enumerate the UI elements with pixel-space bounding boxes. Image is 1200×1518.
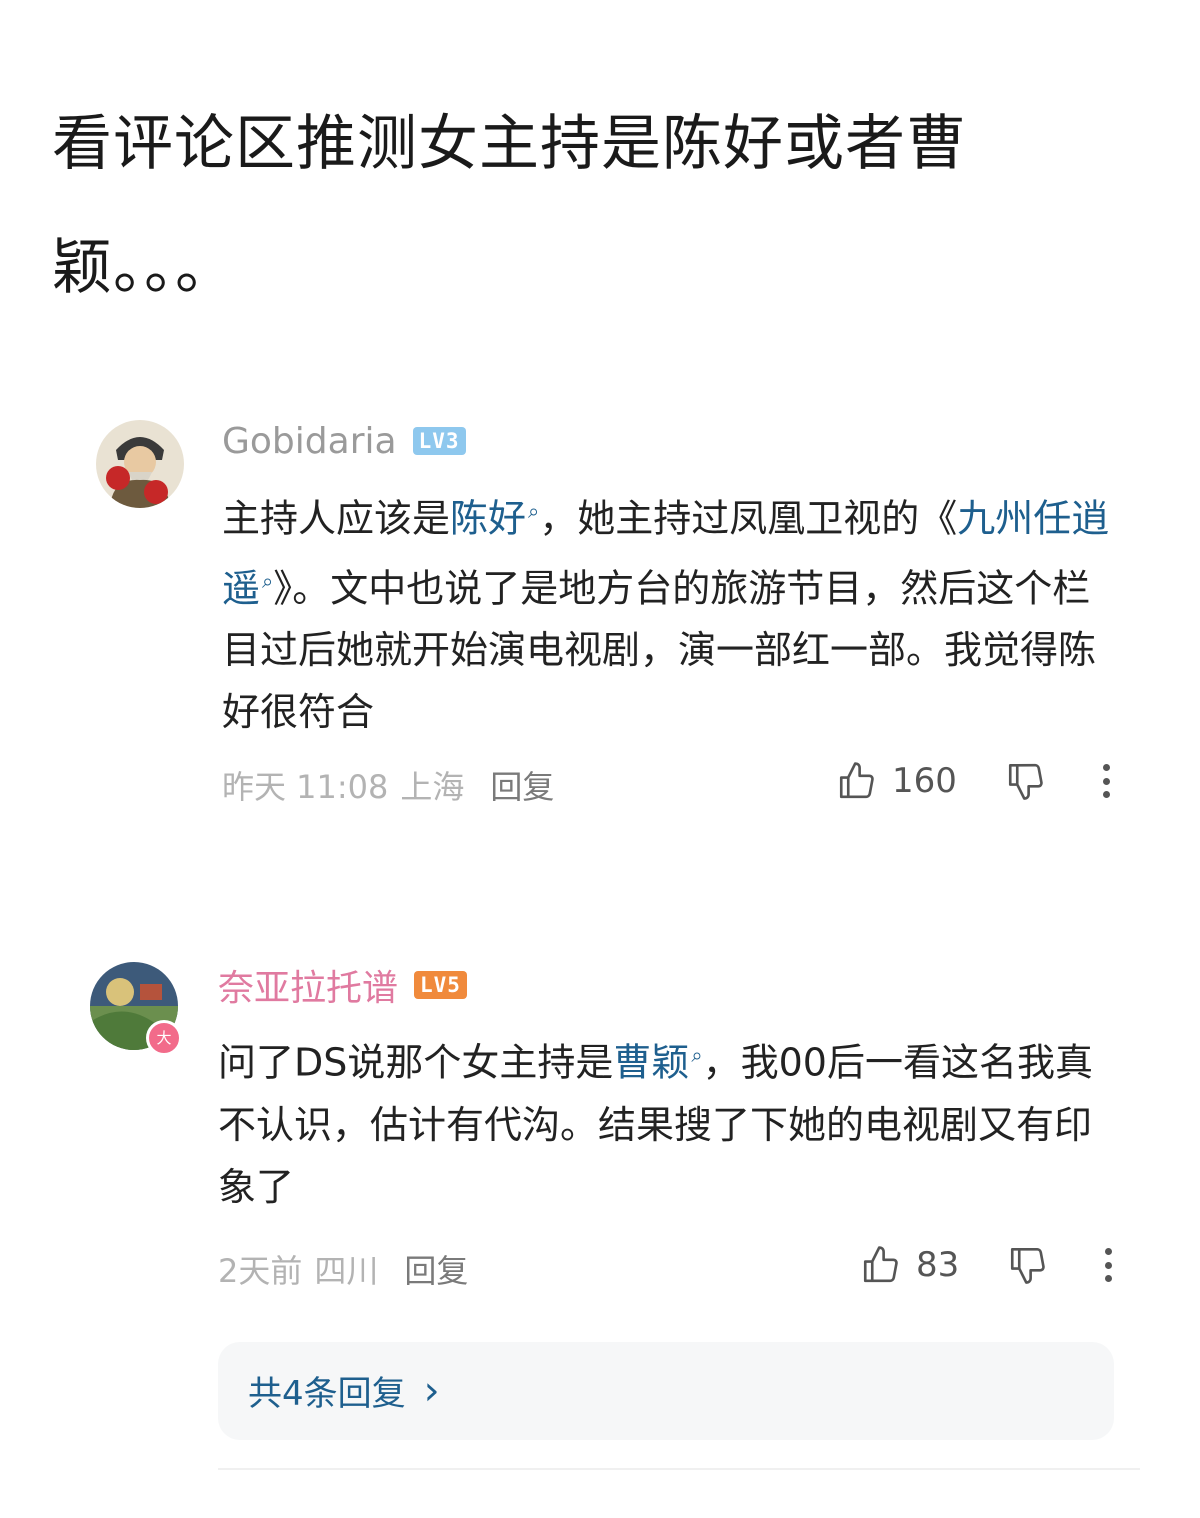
dislike-button[interactable] bbox=[1007, 1244, 1049, 1286]
comment-meta: 昨天 11:08 上海 回复 bbox=[222, 762, 554, 808]
comment-body: 主持人应该是陈好 ⌕，她主持过凤凰卫视的《九州任逍遥 ⌕》。文中也说了是地方台的旅游… bbox=[222, 480, 1122, 743]
avatar-image bbox=[96, 420, 184, 508]
view-replies-link[interactable]: 共4条回复 › bbox=[248, 1366, 440, 1415]
reply-button[interactable]: 回复 bbox=[404, 1246, 468, 1292]
comment-text: 主持人应该是 bbox=[222, 496, 451, 541]
username[interactable]: 奈亚拉托谱 bbox=[218, 959, 398, 1011]
search-icon: ⌕ bbox=[262, 568, 274, 593]
level-badge: LV5 bbox=[414, 971, 467, 999]
like-button[interactable] bbox=[860, 1244, 902, 1286]
comment-meta: 2天前 四川 回复 bbox=[218, 1246, 468, 1292]
comment-text: ，她主持过凤凰卫视的《 bbox=[539, 496, 958, 541]
thumbs-up-icon bbox=[839, 762, 874, 799]
replies-count-label: 共4条回复 bbox=[248, 1374, 406, 1414]
like-count: 83 bbox=[916, 1245, 960, 1285]
comment-text: 》。文中也说了是地方台的旅游节目，然后这个栏目过后她就开始演电视剧，演一部红一部… bbox=[222, 566, 1097, 735]
post-headline: 看评论区推测女主持是陈好或者曹颖。。。 bbox=[52, 109, 967, 303]
comment-time: 2天前 bbox=[218, 1252, 303, 1290]
comment-location: 上海 bbox=[400, 768, 465, 806]
comment-time: 昨天 11:08 bbox=[222, 768, 389, 806]
dislike-button[interactable] bbox=[1005, 760, 1047, 802]
user-row: Gobidaria LV3 bbox=[222, 416, 466, 466]
more-vertical-icon[interactable] bbox=[1102, 764, 1110, 798]
level-badge: LV3 bbox=[412, 427, 466, 455]
like-button[interactable] bbox=[836, 760, 878, 802]
chevron-right-icon: › bbox=[423, 1367, 440, 1414]
comment-actions: 160 bbox=[836, 760, 1110, 802]
thumbs-down-icon bbox=[1011, 1247, 1046, 1284]
comment-text: 问了DS说那个女主持是 bbox=[218, 1040, 614, 1085]
comment-body: 问了DS说那个女主持是曹颖 ⌕，我00后一看这名我真不认识，估计有代沟。结果搜了下… bbox=[218, 1024, 1118, 1218]
search-icon: ⌕ bbox=[691, 1043, 703, 1067]
keyword-link[interactable]: 曹颖 bbox=[613, 1041, 689, 1085]
keyword-link[interactable]: 陈好 bbox=[450, 497, 526, 541]
more-vertical-icon[interactable] bbox=[1105, 1248, 1113, 1282]
avatar[interactable] bbox=[96, 420, 184, 508]
replies-panel[interactable]: 共4条回复 › bbox=[218, 1342, 1114, 1440]
user-row: 奈亚拉托谱 LV5 bbox=[218, 960, 467, 1010]
reply-button[interactable]: 回复 bbox=[490, 762, 554, 808]
divider bbox=[218, 1468, 1140, 1470]
thumbs-up-icon bbox=[863, 1246, 898, 1283]
search-icon: ⌕ bbox=[528, 499, 540, 523]
comment-location: 四川 bbox=[314, 1252, 379, 1290]
like-count: 160 bbox=[892, 761, 957, 801]
vip-badge: 大 bbox=[146, 1020, 182, 1056]
thumbs-down-icon bbox=[1008, 763, 1043, 800]
username[interactable]: Gobidaria bbox=[222, 421, 397, 462]
comment-actions: 83 bbox=[860, 1244, 1113, 1286]
